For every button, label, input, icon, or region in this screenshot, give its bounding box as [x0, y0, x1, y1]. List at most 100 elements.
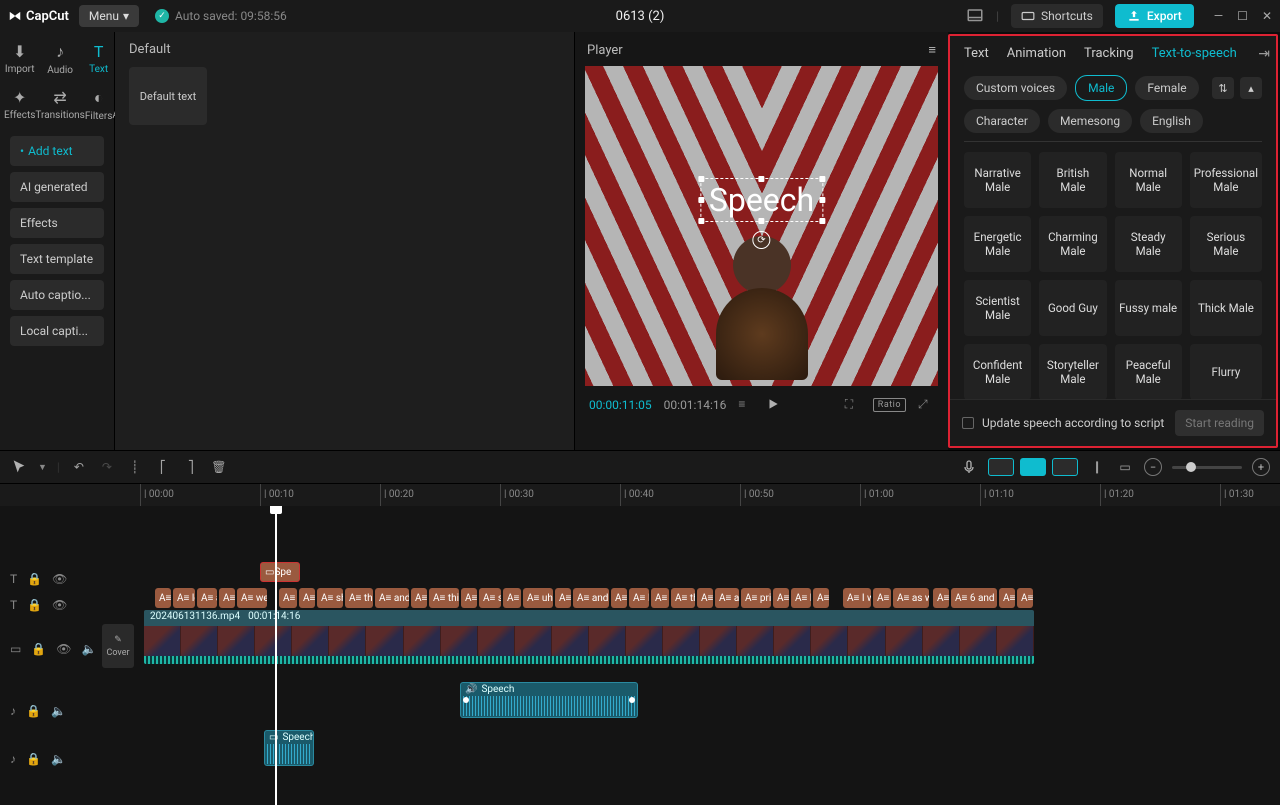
redo-button[interactable]: ↷: [98, 458, 116, 476]
voice-normal-male[interactable]: Normal Male: [1115, 152, 1182, 208]
layout-icon[interactable]: [966, 7, 984, 25]
filter-chip-custom-voices[interactable]: Custom voices: [964, 76, 1067, 100]
caption-clip[interactable]: A≡ as well: [893, 588, 929, 608]
pointer-tool[interactable]: [10, 458, 28, 476]
magnet-left[interactable]: [988, 458, 1014, 476]
video-preview[interactable]: Speech ⟳: [585, 66, 938, 386]
caption-clip[interactable]: A≡ uh s: [523, 588, 553, 608]
project-title[interactable]: 0613 (2): [616, 9, 665, 24]
voice-storyteller-male[interactable]: Storyteller Male: [1039, 344, 1106, 399]
mute-icon[interactable]: 🔈: [51, 752, 66, 766]
shortcuts-button[interactable]: Shortcuts: [1011, 4, 1103, 28]
tool-tab-text[interactable]: TText: [85, 38, 113, 84]
caption-clip[interactable]: A≡ a: [651, 588, 669, 608]
lock-icon[interactable]: 🔒: [31, 642, 46, 656]
caption-clip[interactable]: A≡ f: [503, 588, 521, 608]
caption-clip[interactable]: A≡: [155, 588, 171, 608]
caption-clip[interactable]: A≡ the: [671, 588, 695, 608]
caption-clip[interactable]: A≡ the: [345, 588, 373, 608]
menu-button[interactable]: Menu ▾: [79, 5, 139, 27]
list-icon[interactable]: ≡: [738, 397, 754, 413]
link-icon[interactable]: ⎹⎸: [1088, 458, 1106, 476]
caption-clip[interactable]: A≡: [299, 588, 315, 608]
caption-clip[interactable]: A≡ I: [629, 588, 649, 608]
voice-peaceful-male[interactable]: Peaceful Male: [1115, 344, 1182, 399]
zoom-out-button[interactable]: −: [1144, 458, 1162, 476]
lock-icon[interactable]: 🔒: [27, 598, 42, 612]
ratio-button[interactable]: Ratio: [873, 398, 906, 412]
caption-clip[interactable]: A≡ and: [375, 588, 409, 608]
caption-clip[interactable]: A≡: [219, 588, 235, 608]
pointer-dropdown-icon[interactable]: ▼: [38, 462, 47, 473]
default-text-asset[interactable]: Default text: [129, 67, 207, 125]
voice-steady-male[interactable]: Steady Male: [1115, 216, 1182, 272]
panel-collapse-icon[interactable]: ⇥: [1258, 46, 1270, 62]
caption-clip[interactable]: A≡: [411, 588, 427, 608]
tool-tab-transitions[interactable]: ⇄Transitions: [35, 84, 84, 130]
voice-flurry[interactable]: Flurry: [1190, 344, 1262, 399]
caption-clip[interactable]: A≡ an: [715, 588, 739, 608]
lock-icon[interactable]: 🔒: [26, 752, 41, 766]
playhead[interactable]: [275, 506, 277, 805]
caption-clip[interactable]: A≡ this: [429, 588, 459, 608]
timeline-ruler[interactable]: | 00:00| 00:10| 00:20| 00:30| 00:40| 00:…: [0, 484, 1280, 506]
voice-british-male[interactable]: British Male: [1039, 152, 1106, 208]
voice-scientist-male[interactable]: Scientist Male: [964, 280, 1031, 336]
caption-clip[interactable]: A≡: [999, 588, 1015, 608]
timeline[interactable]: T🔒👁 T🔒👁 ▭🔒👁🔈 ♪🔒🔈 ♪🔒🔈 ✎ Cover ▭ Spe A≡A≡ …: [0, 506, 1280, 805]
caption-clip[interactable]: A≡ were: [237, 588, 267, 608]
voice-good-guy[interactable]: Good Guy: [1039, 280, 1106, 336]
caption-clip[interactable]: A≡ at: [197, 588, 217, 608]
crop-icon[interactable]: ⛶: [845, 397, 861, 413]
caption-clip[interactable]: A≡: [873, 588, 891, 608]
filter-icon[interactable]: ⇅: [1212, 77, 1234, 99]
audio-clip[interactable]: 🔊Speech: [460, 682, 638, 718]
export-button[interactable]: Export: [1115, 4, 1194, 28]
cover-button[interactable]: ✎ Cover: [102, 624, 134, 668]
caption-clip[interactable]: A≡ so: [479, 588, 501, 608]
caption-clip[interactable]: A≡ 6 and p: [951, 588, 997, 608]
text-menu-effects[interactable]: Effects: [10, 208, 104, 238]
inspector-tab-text[interactable]: Text: [964, 46, 989, 61]
inspector-tab-tracking[interactable]: Tracking: [1084, 46, 1134, 61]
trim-right-button[interactable]: ⎤: [182, 458, 200, 476]
voice-narrative-male[interactable]: Narrative Male: [964, 152, 1031, 208]
lock-icon[interactable]: 🔒: [27, 572, 42, 586]
inspector-tab-animation[interactable]: Animation: [1007, 46, 1066, 61]
tool-tab-import[interactable]: ⬇Import: [4, 38, 35, 84]
minimize-button[interactable]: —: [1214, 9, 1223, 23]
caption-clip[interactable]: A≡: [555, 588, 571, 608]
voice-serious-male[interactable]: Serious Male: [1190, 216, 1262, 272]
filter-chip-female[interactable]: Female: [1135, 76, 1198, 100]
start-reading-button[interactable]: Start reading: [1175, 410, 1264, 436]
fullscreen-icon[interactable]: ⤢: [918, 397, 934, 413]
collapse-icon[interactable]: ▴: [1240, 77, 1262, 99]
caption-clip[interactable]: A≡ prin: [741, 588, 771, 608]
text-overlay[interactable]: Speech ⟳: [700, 178, 823, 222]
caption-clip[interactable]: A≡ sh: [317, 588, 343, 608]
undo-button[interactable]: ↶: [70, 458, 88, 476]
caption-clip[interactable]: A≡: [773, 588, 789, 608]
filter-chip-english[interactable]: English: [1140, 109, 1203, 133]
caption-clip[interactable]: A≡: [279, 588, 297, 608]
caption-clip[interactable]: A≡ and h: [573, 588, 609, 608]
delete-button[interactable]: 🗑: [210, 458, 228, 476]
mute-icon[interactable]: 🔈: [51, 704, 66, 718]
filter-chip-male[interactable]: Male: [1075, 75, 1127, 101]
caption-clip[interactable]: A≡: [933, 588, 949, 608]
player-menu-icon[interactable]: ≡: [928, 42, 936, 58]
lock-icon[interactable]: 🔒: [26, 704, 41, 718]
caption-clip[interactable]: A≡: [813, 588, 829, 608]
tool-tab-audio[interactable]: ♪Audio: [35, 38, 84, 84]
close-button[interactable]: ✕: [1262, 9, 1272, 23]
voice-confident-male[interactable]: Confident Male: [964, 344, 1031, 399]
magnet-center[interactable]: [1020, 458, 1046, 476]
trim-left-button[interactable]: ⎡: [154, 458, 172, 476]
text-menu-auto-captio-[interactable]: Auto captio...: [10, 280, 104, 310]
eye-icon[interactable]: 👁: [52, 572, 67, 586]
mic-icon[interactable]: [960, 458, 978, 476]
update-script-checkbox[interactable]: [962, 417, 974, 429]
voice-charming-male[interactable]: Charming Male: [1039, 216, 1106, 272]
audio-clip[interactable]: ▭Speech: [264, 730, 314, 766]
voice-professional-male[interactable]: Professional Male: [1190, 152, 1262, 208]
